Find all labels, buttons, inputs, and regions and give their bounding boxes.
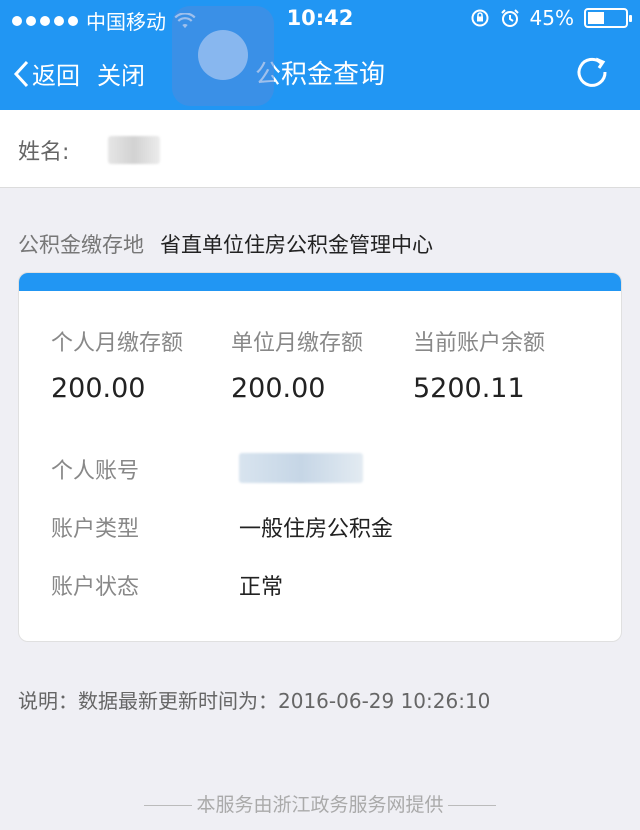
battery-icon — [584, 8, 632, 28]
stat-value: 200.00 — [231, 373, 326, 404]
stat-label: 个人月缴存额 — [51, 331, 184, 356]
update-time-note: 说明：数据最新更新时间为：2016-06-29 10:26:10 — [18, 689, 491, 713]
name-redacted — [108, 136, 160, 164]
account-type-label: 账户类型 — [51, 517, 140, 542]
current-balance: 当前账户余额 5200.11 — [413, 325, 545, 404]
name-row: 姓名: — [0, 110, 640, 188]
status-bar: 中国移动 10:42 45% — [0, 0, 640, 36]
name-label: 姓名: — [18, 140, 70, 165]
card-accent-bar — [19, 273, 621, 291]
deposit-place-value: 省直单位住房公积金管理中心 — [160, 233, 433, 257]
refresh-icon — [577, 57, 607, 87]
personal-monthly-deposit: 个人月缴存额 200.00 — [51, 325, 183, 404]
footer-divider — [144, 805, 193, 806]
footer-text: 本服务由浙江政务服务网提供 — [196, 794, 444, 816]
deposit-place-row: 公积金缴存地 省直单位住房公积金管理中心 — [18, 229, 433, 259]
floating-assistive-button[interactable] — [172, 6, 274, 106]
footer-divider — [447, 805, 496, 806]
account-type-value: 一般住房公积金 — [239, 517, 394, 542]
top-bar: 中国移动 10:42 45% 返回 关闭 公积金查询 — [0, 0, 640, 110]
alarm-icon — [500, 9, 519, 27]
account-status-value: 正常 — [239, 575, 284, 600]
rotation-lock-icon — [471, 9, 489, 27]
page-title: 公积金查询 — [254, 60, 385, 90]
battery-percent: 45% — [529, 6, 574, 30]
stat-value: 200.00 — [51, 373, 146, 404]
employer-monthly-deposit: 单位月缴存额 200.00 — [231, 325, 363, 404]
deposit-place-label: 公积金缴存地 — [18, 233, 144, 257]
account-number-redacted — [239, 453, 363, 483]
refresh-button[interactable] — [574, 54, 610, 94]
account-card: 个人月缴存额 200.00 单位月缴存额 200.00 当前账户余额 5200.… — [18, 272, 622, 642]
footer: 本服务由浙江政务服务网提供 — [0, 790, 640, 817]
stat-value: 5200.11 — [413, 373, 525, 404]
stat-label: 单位月缴存额 — [231, 331, 364, 356]
account-status-label: 账户状态 — [51, 575, 140, 600]
account-number-label: 个人账号 — [51, 459, 140, 484]
stat-label: 当前账户余额 — [413, 331, 546, 356]
navigation-bar: 返回 关闭 公积金查询 — [0, 36, 640, 110]
